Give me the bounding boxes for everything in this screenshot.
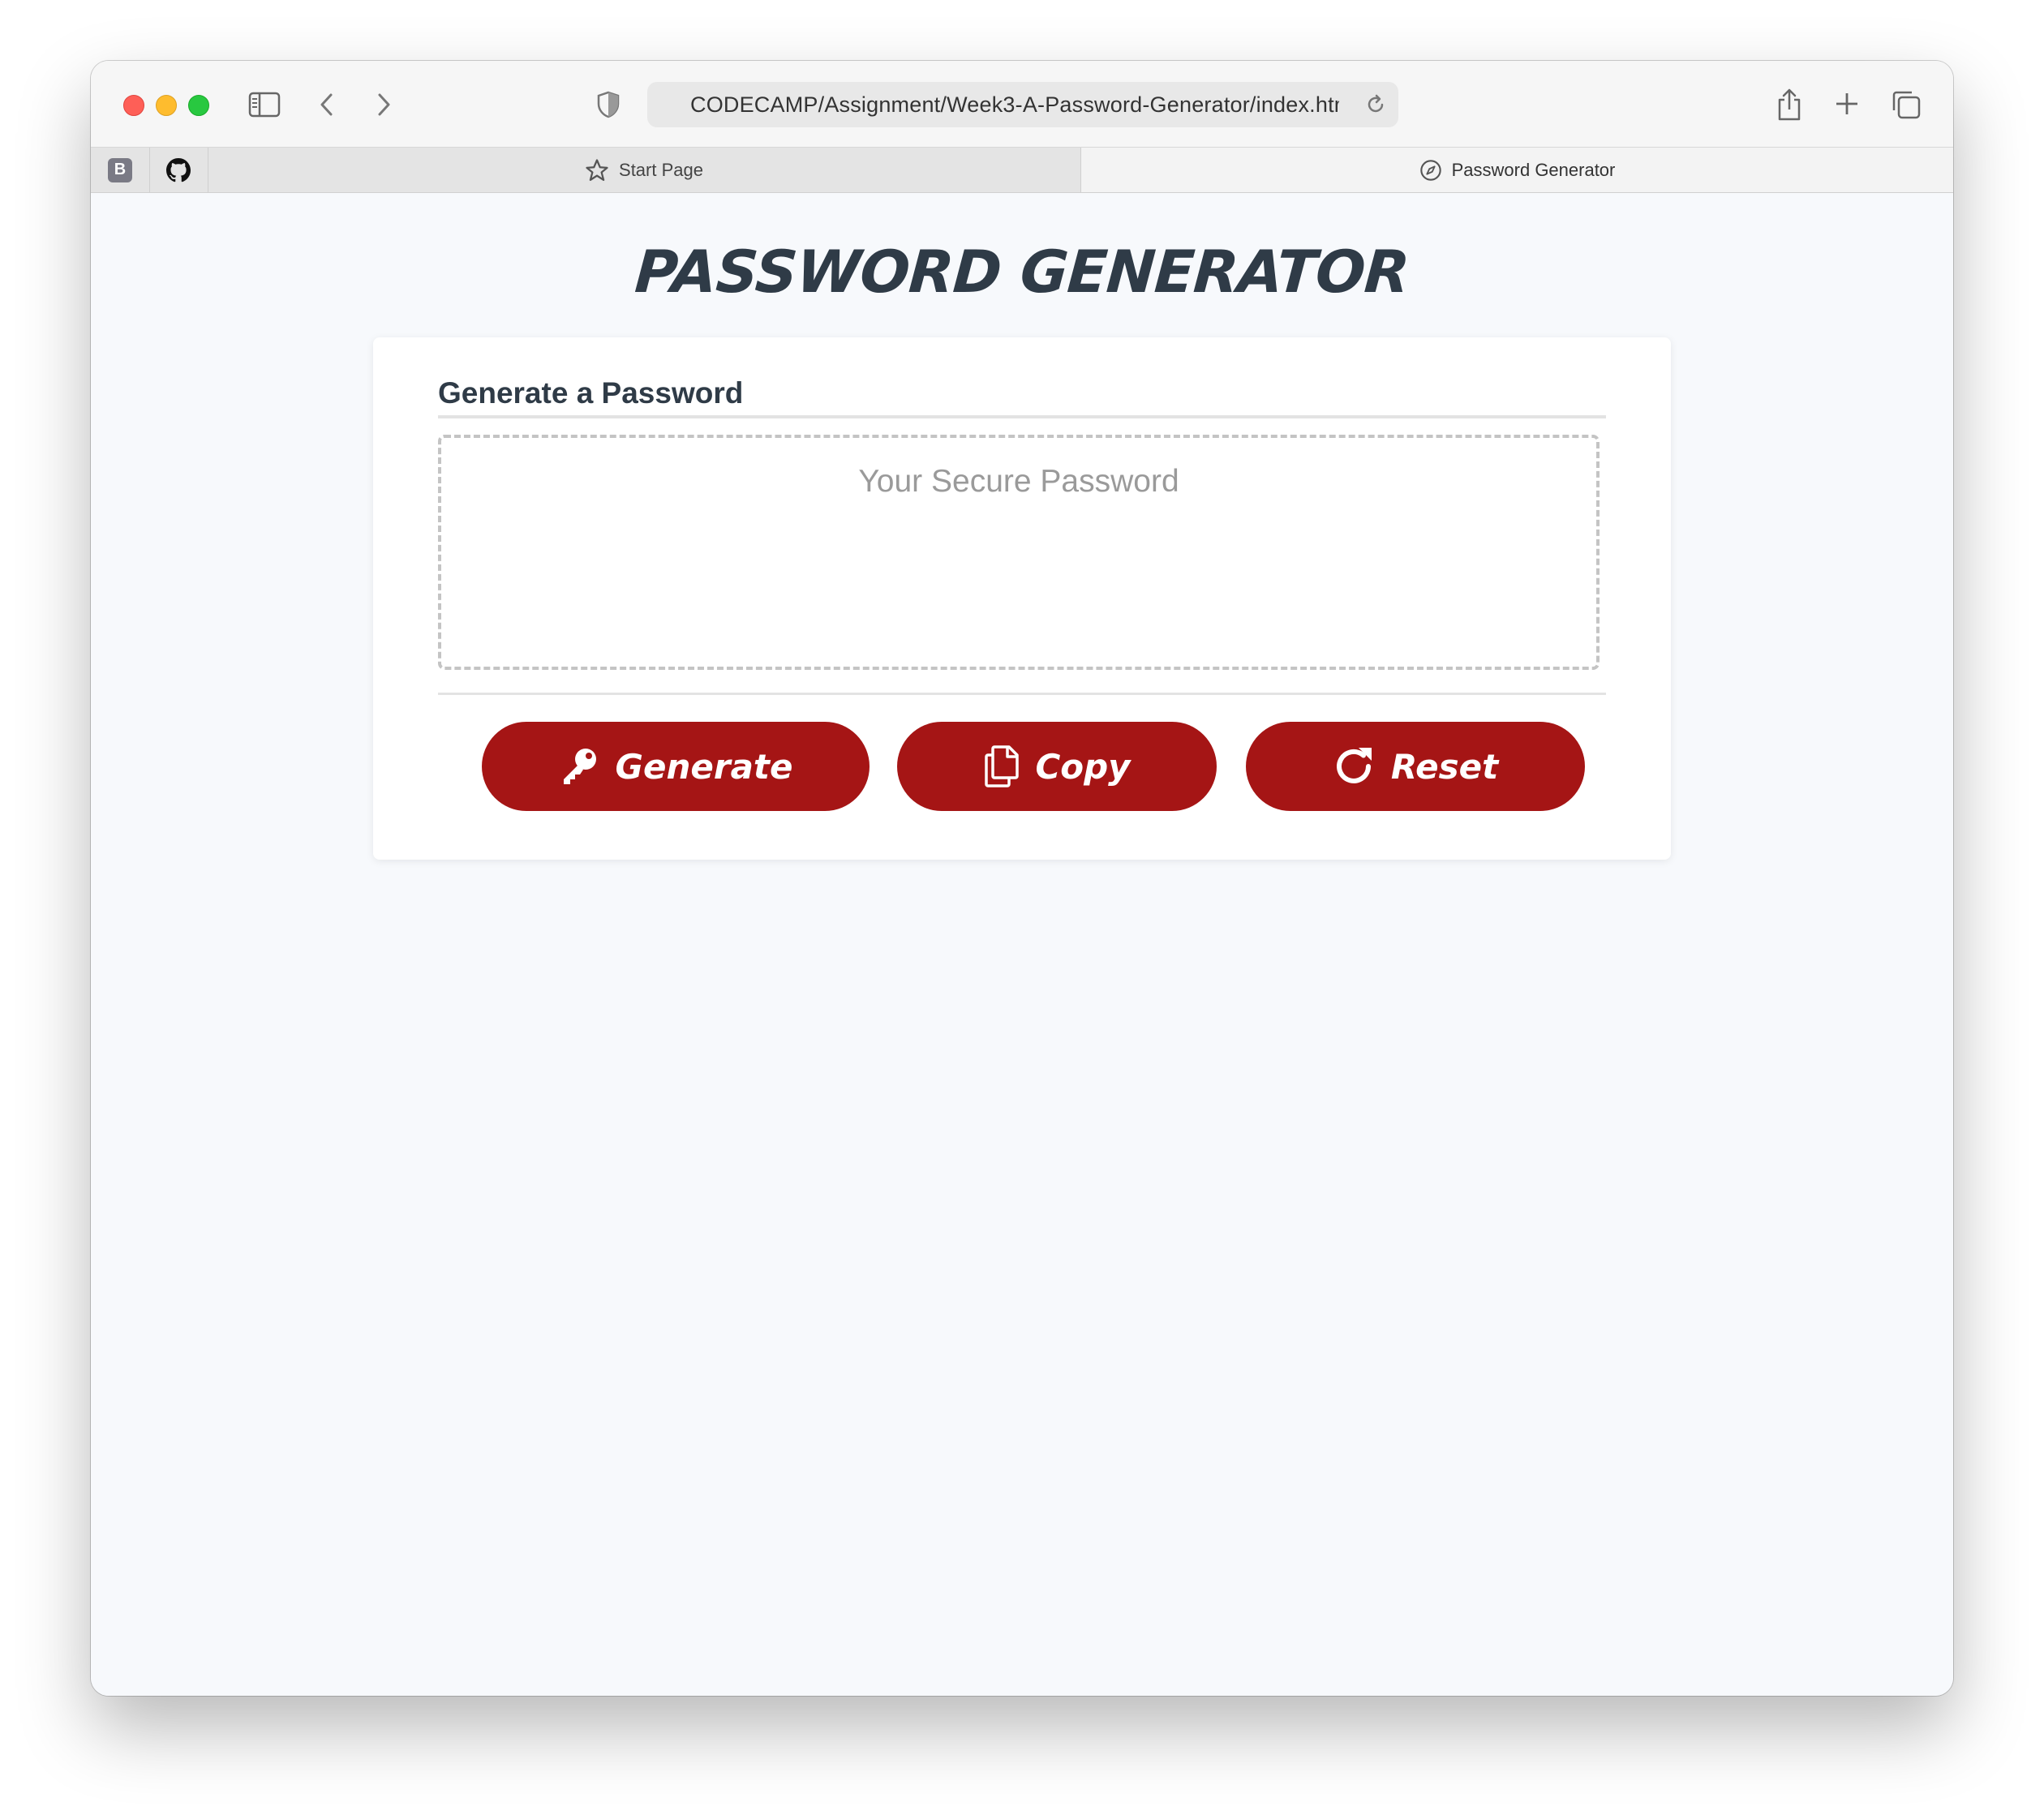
reset-label: Reset xyxy=(1390,746,1499,787)
password-output-area[interactable]: Your Secure Password xyxy=(438,435,1600,670)
tab-start-page[interactable]: Start Page xyxy=(208,148,1081,192)
key-icon xyxy=(559,745,601,787)
minimize-window-button[interactable] xyxy=(156,95,177,116)
close-window-button[interactable] xyxy=(123,95,144,116)
copy-label: Copy xyxy=(1035,746,1131,787)
forward-arrow-icon[interactable] xyxy=(373,90,394,119)
browser-window: CODECAMP/Assignment/Week3-A-Password-Gen… xyxy=(91,61,1953,1696)
page-content: PASSWORD GENERATOR Generate a Password Y… xyxy=(91,193,1953,1696)
zoom-window-button[interactable] xyxy=(188,95,209,116)
sidebar-toggle-icon[interactable] xyxy=(248,90,281,119)
tab-label: Start Page xyxy=(619,159,703,180)
pinned-tab-bootstrap[interactable]: B xyxy=(91,148,150,192)
card-footer-divider xyxy=(438,693,1606,695)
copy-icon xyxy=(983,745,1020,787)
privacy-shield-icon[interactable] xyxy=(595,88,621,121)
tab-overview-icon[interactable] xyxy=(1890,88,1922,121)
password-placeholder: Your Secure Password xyxy=(858,464,1179,499)
page-title: PASSWORD GENERATOR xyxy=(633,238,1411,306)
github-icon xyxy=(166,157,191,182)
generator-card: Generate a Password Your Secure Password… xyxy=(373,337,1671,860)
compass-icon xyxy=(1419,159,1442,182)
share-icon[interactable] xyxy=(1775,85,1804,122)
bootstrap-icon-letter: B xyxy=(114,161,127,178)
browser-toolbar: CODECAMP/Assignment/Week3-A-Password-Gen… xyxy=(91,61,1953,148)
new-tab-plus-icon[interactable] xyxy=(1833,90,1861,118)
address-bar[interactable]: CODECAMP/Assignment/Week3-A-Password-Gen… xyxy=(647,82,1398,127)
star-icon xyxy=(585,158,609,182)
reset-button[interactable]: Reset xyxy=(1246,722,1585,811)
back-arrow-icon[interactable] xyxy=(316,90,337,119)
copy-button[interactable]: Copy xyxy=(897,722,1217,811)
pinned-tab-github[interactable] xyxy=(149,148,208,192)
reload-icon[interactable] xyxy=(1364,93,1387,116)
bootstrap-icon: B xyxy=(108,157,132,182)
card-header: Generate a Password xyxy=(438,376,1606,418)
url-text: CODECAMP/Assignment/Week3-A-Password-Gen… xyxy=(690,92,1339,117)
reset-arrow-icon xyxy=(1333,744,1376,788)
tab-label: Password Generator xyxy=(1451,159,1616,180)
tab-password-generator[interactable]: Password Generator xyxy=(1081,148,1953,192)
generate-button[interactable]: Generate xyxy=(482,722,870,811)
tab-bar: B Start Page Password Generator xyxy=(91,148,1953,193)
generate-label: Generate xyxy=(615,746,793,787)
